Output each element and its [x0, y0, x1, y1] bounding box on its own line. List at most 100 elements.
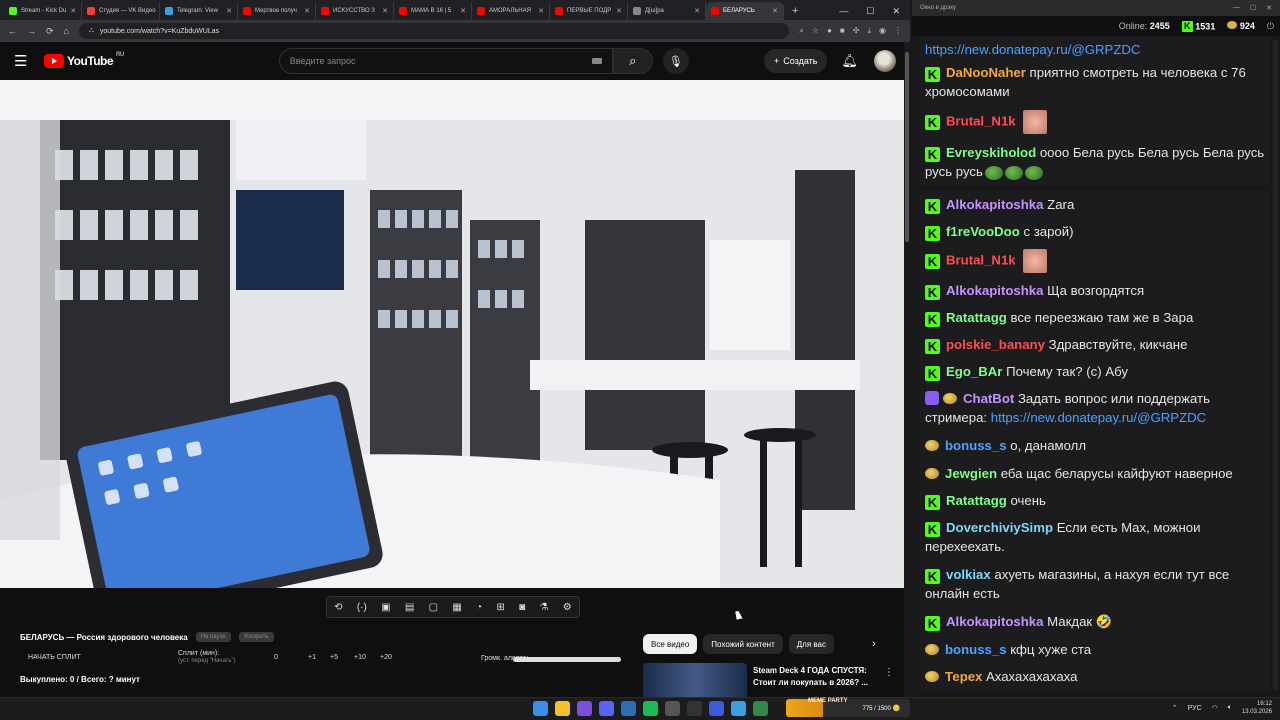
- puzzle-icon[interactable]: ✣: [853, 26, 860, 36]
- search-input[interactable]: Введите запрос: [278, 48, 613, 74]
- reload-icon[interactable]: ⟳: [46, 26, 54, 37]
- camera-icon[interactable]: ◙: [519, 602, 525, 613]
- screen-icon[interactable]: ▢: [429, 602, 438, 613]
- url-field[interactable]: ⛬ youtube.com/watch?v=KuZbduWULas: [78, 23, 790, 39]
- chat-link[interactable]: https://new.donatepay.ru/@GRPZDC: [925, 42, 1140, 57]
- chat-username[interactable]: polskie_banany: [946, 337, 1045, 352]
- tab-close-icon[interactable]: ✕: [382, 7, 388, 15]
- tab-close-icon[interactable]: ✕: [460, 7, 466, 15]
- more-options-icon[interactable]: ⋮: [884, 667, 894, 678]
- tab-close-icon[interactable]: ✕: [616, 7, 622, 15]
- extension-icon[interactable]: ●: [827, 26, 832, 36]
- browser-tab[interactable]: Telegram: View ✕: [160, 2, 238, 20]
- forward-icon[interactable]: →: [27, 26, 36, 36]
- split-plus-10[interactable]: +10: [354, 650, 380, 661]
- chevron-right-icon[interactable]: ›: [872, 638, 876, 650]
- chip-all-videos[interactable]: Все видео: [643, 634, 698, 654]
- browser-tab[interactable]: АМОРАЛЬНАЯ ✕: [472, 2, 550, 20]
- chat-username[interactable]: Alkokapitoshka: [946, 197, 1043, 212]
- download-icon[interactable]: ⤓: [867, 26, 871, 36]
- tab-close-icon[interactable]: ✕: [538, 7, 544, 15]
- browser-tab[interactable]: МАМА В 16 | 5 ✕: [394, 2, 472, 20]
- keyboard-icon[interactable]: [591, 58, 602, 64]
- steam-icon[interactable]: [621, 701, 636, 716]
- clock[interactable]: 16:12 13.03.2026: [1242, 700, 1272, 716]
- app-icon[interactable]: [577, 701, 592, 716]
- meme-party-widget[interactable]: MEME PARTY 775 / 1500 🪙: [786, 698, 910, 717]
- avatar[interactable]: [874, 50, 896, 72]
- split-plus-20[interactable]: +20: [380, 650, 406, 661]
- browser-tab[interactable]: ИСКУССТВО З ✕: [316, 2, 394, 20]
- power-icon[interactable]: ⏻: [1267, 21, 1274, 32]
- alert-volume-slider[interactable]: [513, 657, 621, 662]
- browser-tab[interactable]: БЕЛАРУСЬ ✕: [706, 2, 784, 20]
- chat-username[interactable]: Ratattagg: [946, 493, 1007, 508]
- menu-dots-icon[interactable]: ⋮: [894, 26, 902, 36]
- chat-scrollbar[interactable]: [1273, 40, 1278, 690]
- chat-username[interactable]: Alkokapitoshka: [946, 283, 1043, 298]
- site-info-icon[interactable]: ⛬: [89, 27, 94, 35]
- chat-username[interactable]: ChatBot: [963, 391, 1014, 406]
- language-indicator[interactable]: РУС: [1188, 705, 1202, 712]
- chat-username[interactable]: Jewgien: [945, 466, 997, 481]
- tray-chevron-icon[interactable]: ⌃: [1172, 704, 1178, 712]
- discord-icon[interactable]: [599, 701, 614, 716]
- chat-username[interactable]: bonuss_s: [945, 642, 1007, 657]
- home-icon[interactable]: ⌂: [64, 26, 69, 36]
- chat-link[interactable]: https://new.donatepay.ru/@GRPZDC: [991, 410, 1206, 425]
- bookmark-star-icon[interactable]: ☆: [812, 26, 819, 36]
- chat-username[interactable]: Ratattagg: [946, 310, 1007, 325]
- pip-icon[interactable]: ▣: [381, 602, 390, 613]
- chat-username[interactable]: bonuss_s: [945, 438, 1007, 453]
- chat-username[interactable]: volkiax: [946, 567, 991, 582]
- tab-close-icon[interactable]: ✕: [226, 7, 232, 15]
- tab-close-icon[interactable]: ✕: [70, 7, 76, 15]
- voice-search-button[interactable]: 🎙: [662, 48, 689, 74]
- chip-for-you[interactable]: Для вас: [788, 634, 834, 654]
- app-icon[interactable]: [753, 701, 768, 716]
- page-scrollbar-thumb[interactable]: [905, 52, 909, 242]
- chat-username[interactable]: DaNooNaher: [946, 65, 1026, 80]
- new-tab-button[interactable]: +: [784, 2, 806, 20]
- speedup-chip[interactable]: Ускорить: [238, 632, 274, 642]
- tab-close-icon[interactable]: ✕: [772, 7, 778, 15]
- browser-tab[interactable]: Д[ш]ра ✕: [628, 2, 706, 20]
- volume-icon[interactable]: 🔈︎: [1228, 704, 1232, 712]
- profile-icon[interactable]: ◉: [879, 26, 886, 36]
- notifications-bell-icon[interactable]: 🔔︎: [841, 53, 858, 69]
- chat-username[interactable]: DoverchiviySimp: [946, 520, 1053, 535]
- split-plus-5[interactable]: +5: [330, 650, 354, 661]
- chrome-icon[interactable]: [555, 701, 570, 716]
- browser-tab[interactable]: Мертвое получ ✕: [238, 2, 316, 20]
- browser-tab[interactable]: Stream - Kick Du ✕: [4, 2, 82, 20]
- chat-username[interactable]: Brutal_N1k: [946, 113, 1016, 128]
- close-icon[interactable]: ✕: [1266, 4, 1272, 12]
- tab-close-icon[interactable]: ✕: [694, 7, 700, 15]
- subtitles-icon[interactable]: ▦: [452, 602, 461, 613]
- maximize-icon[interactable]: ☐: [866, 6, 874, 17]
- recommended-thumbnail[interactable]: [643, 663, 747, 697]
- settings-gear-icon[interactable]: ⚙: [563, 602, 572, 613]
- loop-icon[interactable]: ⟲: [334, 602, 342, 613]
- chat-username[interactable]: Evreyskiholod: [946, 145, 1036, 160]
- speed-icon[interactable]: ◔: [476, 602, 482, 613]
- back-icon[interactable]: ←: [8, 26, 17, 36]
- pause-chip[interactable]: На паузе: [195, 632, 231, 642]
- wifi-icon[interactable]: ◠: [1212, 704, 1218, 712]
- youtube-logo[interactable]: YouTube RU: [44, 52, 124, 68]
- browser-tab[interactable]: Студия — VK Видео✕: [82, 2, 160, 20]
- split-value-0[interactable]: 0: [274, 650, 308, 661]
- chip-similar[interactable]: Похожий контент: [703, 634, 783, 654]
- create-button[interactable]: + Создать: [764, 49, 828, 73]
- start-split-button[interactable]: НАЧАТЬ СПЛИТ: [28, 650, 178, 661]
- chat-username[interactable]: Ego_BAr: [946, 364, 1002, 379]
- chat-username[interactable]: Alkokapitoshka: [946, 614, 1043, 629]
- add-frame-icon[interactable]: ⊞: [496, 602, 504, 613]
- spotify-icon[interactable]: [643, 701, 658, 716]
- minimize-icon[interactable]: —: [839, 6, 848, 16]
- minimize-icon[interactable]: —: [1233, 4, 1240, 12]
- extension-icon[interactable]: ■: [840, 26, 845, 36]
- tab-close-icon[interactable]: ✕: [304, 7, 310, 15]
- cinema-icon[interactable]: ▤: [405, 602, 414, 613]
- app-icon[interactable]: [709, 701, 724, 716]
